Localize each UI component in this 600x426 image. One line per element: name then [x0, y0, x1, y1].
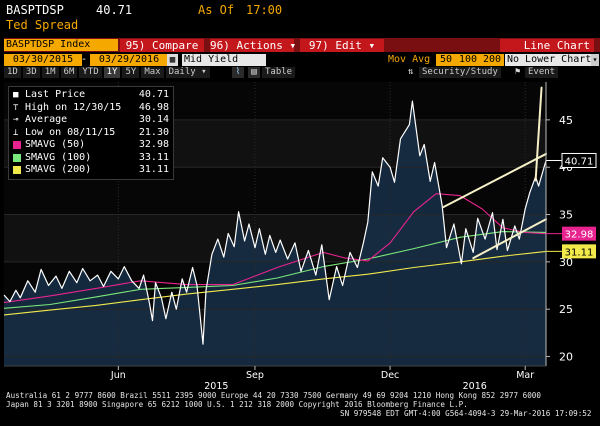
chart-canvas[interactable]: 202530354045JunSepDecMar20152016 40.7132…: [0, 0, 600, 426]
legend-item: ⊸ Average 30.14: [13, 114, 169, 127]
series-swatch-icon: [13, 166, 21, 175]
last-price-tag: 40.71: [565, 156, 594, 167]
legend-value: 40.71: [138, 89, 169, 101]
x-tick-label: Jun: [110, 370, 126, 381]
sma200-tag: 31.11: [565, 247, 594, 258]
legend-value: 46.98: [138, 101, 169, 113]
series-swatch-icon: [13, 153, 21, 162]
legend-label: Average: [25, 114, 68, 126]
legend-value: 32.98: [138, 139, 169, 151]
legend-label: SMAVG (100): [25, 151, 92, 163]
x-tick-label: Sep: [246, 370, 264, 381]
high-marker-icon: ⊤: [13, 102, 19, 113]
average-marker-icon: ⊸: [13, 115, 19, 126]
y-tick-label: 45: [559, 114, 573, 127]
legend-item: SMAVG (50) 32.98: [13, 139, 169, 152]
y-tick-label: 35: [559, 209, 573, 222]
sma50-tag: 32.98: [565, 230, 594, 241]
legend-item: SMAVG (200) 31.11: [13, 164, 169, 177]
legend-value: 30.14: [138, 114, 169, 126]
y-tick-label: 20: [559, 351, 573, 364]
low-marker-icon: ⊥: [13, 127, 19, 138]
series-swatch-icon: [13, 141, 21, 150]
legend-label: High on 12/30/15: [25, 101, 122, 113]
legend-label: Last Price: [25, 89, 86, 101]
legend-value: 21.30: [138, 126, 169, 138]
legend-label: SMAVG (50): [25, 139, 86, 151]
footer-session-info: SN 979548 EDT GMT-4:00 G564-4094-3 29-Ma…: [340, 409, 592, 418]
legend-item: ■ Last Price 40.71: [13, 89, 169, 102]
y-tick-label: 25: [559, 303, 573, 316]
legend-label: SMAVG (200): [25, 164, 92, 176]
x-tick-label: Mar: [516, 370, 534, 381]
legend-item: SMAVG (100) 33.11: [13, 152, 169, 165]
legend-item: ⊥ Low on 08/11/15 21.30: [13, 127, 169, 140]
x-tick-label: Dec: [381, 370, 399, 381]
chart-legend: ■ Last Price 40.71 ⊤ High on 12/30/15 46.98 ⊸ A…: [8, 86, 174, 180]
legend-item: ⊤ High on 12/30/15 46.98: [13, 102, 169, 115]
white-square-icon: ■: [13, 90, 19, 101]
legend-label: Low on 08/11/15: [25, 126, 116, 138]
legend-value: 31.11: [138, 164, 169, 176]
legend-value: 33.11: [138, 151, 169, 163]
